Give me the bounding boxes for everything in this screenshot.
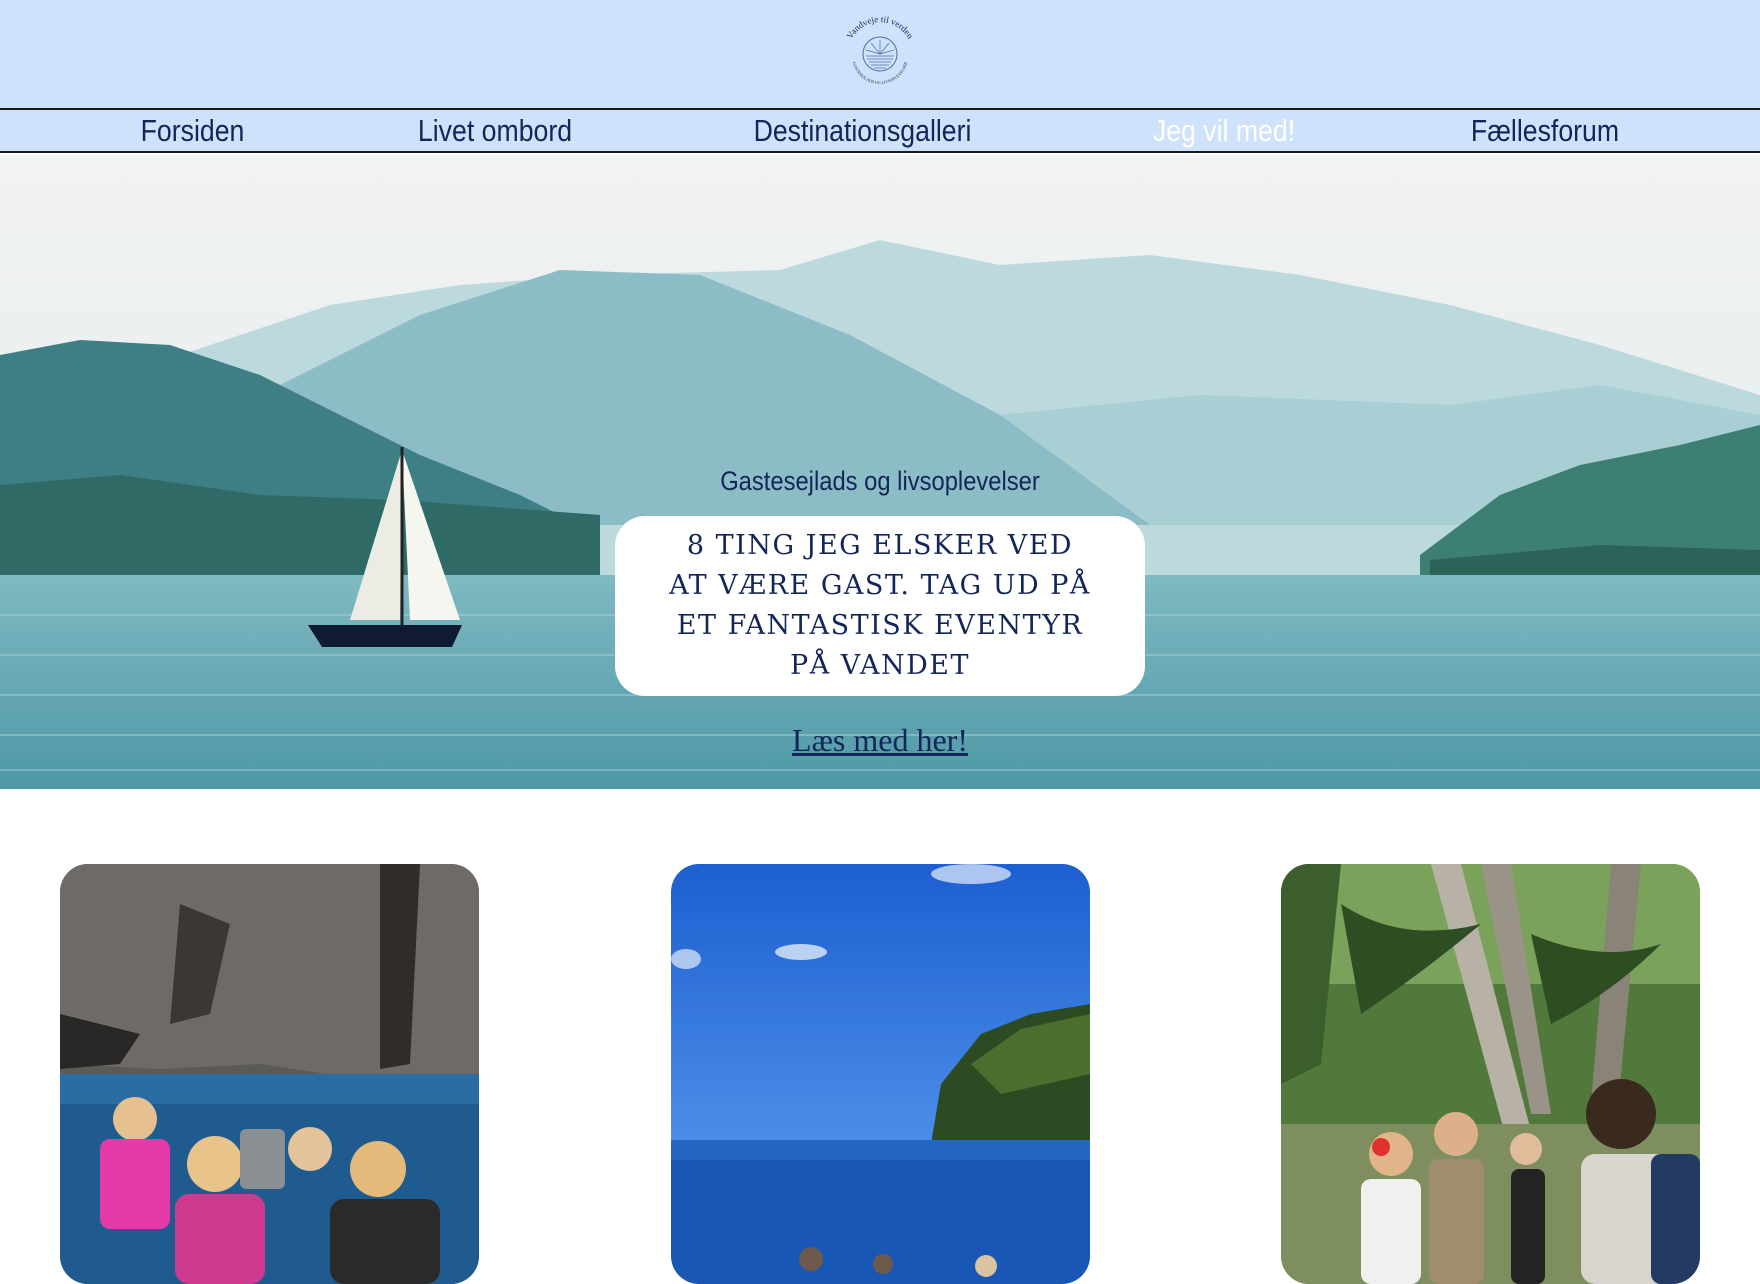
main-nav: Forsiden Livet ombord Destinationsgaller… bbox=[0, 108, 1760, 153]
jungle-group-photo bbox=[1281, 864, 1700, 1284]
photo-card-ocean[interactable] bbox=[671, 864, 1090, 1284]
hero-tagline: Gastesejlads og livsoplevelser bbox=[720, 466, 1040, 496]
read-more-link[interactable]: Læs med her! bbox=[0, 722, 1760, 759]
hero-banner: Gastesejlads og livsoplevelser 8 TING JE… bbox=[0, 155, 1760, 789]
hero-article-title: 8 TING JEG ELSKER VED AT VÆRE GAST. TAG … bbox=[669, 530, 1091, 681]
cliff-dive-boat-photo bbox=[60, 864, 479, 1284]
nav-item-faellesforum[interactable]: Fællesforum bbox=[1446, 110, 1644, 151]
photo-card-cliff[interactable] bbox=[60, 864, 479, 1284]
ocean-swim-photo bbox=[671, 864, 1090, 1284]
site-logo[interactable]: Vandveje til verden GASTESEJLADS OG LIVS… bbox=[840, 14, 920, 94]
nav-item-forsiden[interactable]: Forsiden bbox=[104, 110, 280, 151]
nav-item-livet-ombord[interactable]: Livet ombord bbox=[400, 110, 589, 151]
photo-card-jungle[interactable] bbox=[1281, 864, 1700, 1284]
site-header: Vandveje til verden GASTESEJLADS OG LIVS… bbox=[0, 0, 1760, 108]
hero-article-card[interactable]: 8 TING JEG ELSKER VED AT VÆRE GAST. TAG … bbox=[615, 516, 1145, 696]
nav-item-destinationsgalleri[interactable]: Destinationsgalleri bbox=[727, 110, 998, 151]
nav-item-jeg-vil-med[interactable]: Jeg vil med! bbox=[1135, 110, 1314, 151]
